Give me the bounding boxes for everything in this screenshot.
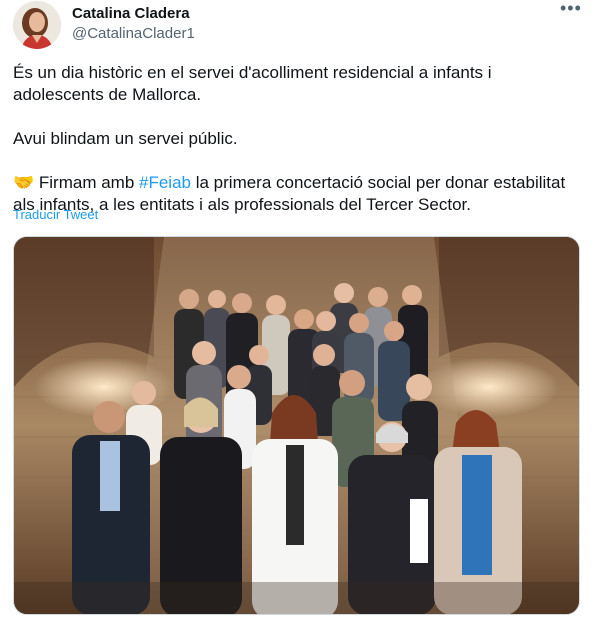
author-avatar[interactable] (13, 1, 61, 49)
hashtag-link[interactable]: #Feiab (139, 173, 191, 192)
paragraph-3-start: Firmam amb (34, 173, 140, 192)
tweet-photo[interactable] (13, 236, 580, 615)
handshake-emoji: 🤝 (13, 173, 35, 192)
tweet-text: És un dia històric en el servei d'acolli… (13, 62, 583, 216)
translate-tweet-link[interactable]: Traducir Tweet (13, 207, 98, 222)
tweet-paragraph-2: Avui blindam un servei públic. (13, 129, 238, 148)
tweet-paragraph-3: 🤝 Firmam amb #Feiab la primera concertac… (13, 172, 583, 216)
tweet-paragraph-1: És un dia històric en el servei d'acolli… (13, 63, 492, 104)
avatar-image (13, 1, 61, 49)
author-name[interactable]: Catalina Cladera (72, 5, 190, 22)
group-photo-image (14, 237, 579, 614)
tweet: Catalina Cladera @CatalinaClader1 ••• És… (0, 0, 595, 618)
more-options-icon[interactable]: ••• (560, 0, 582, 19)
author-handle[interactable]: @CatalinaClader1 (72, 25, 195, 42)
